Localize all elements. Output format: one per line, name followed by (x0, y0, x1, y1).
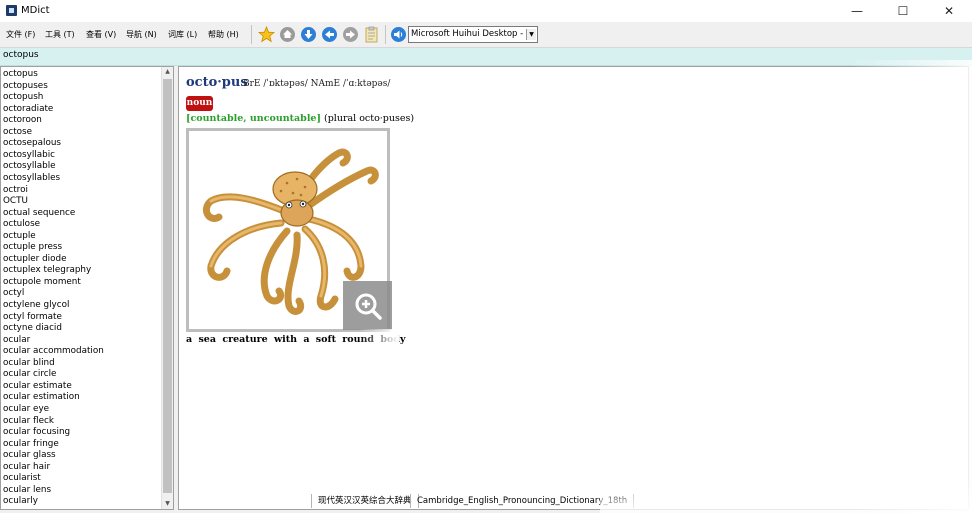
home-icon[interactable] (279, 26, 296, 43)
word-list-item[interactable]: ocular eye (3, 404, 49, 415)
title-bar: MDict — ☐ ✕ (0, 0, 972, 22)
speaker-icon[interactable] (390, 26, 407, 43)
pronunciation: BrE /ˈɒktəpəs/ NAmE /ˈɑːktəpəs/ (243, 79, 391, 89)
menu-help[interactable]: 帮助 (H) (208, 29, 239, 40)
word-list-item[interactable]: octual sequence (3, 208, 75, 219)
word-list-item[interactable]: ocular circle (3, 369, 56, 380)
window-title: MDict (21, 5, 50, 16)
voice-select[interactable]: Microsoft Huihui Desktop - C ▼ (408, 26, 538, 43)
clipboard-icon[interactable] (363, 26, 380, 43)
word-list-item[interactable]: octupole moment (3, 277, 81, 288)
word-list-item[interactable]: octuplex telegraphy (3, 265, 91, 276)
grammar-note: (plural octo·puses) (324, 113, 415, 124)
word-list-item[interactable]: ocularist (3, 473, 41, 484)
word-list-item[interactable]: octyl formate (3, 312, 62, 323)
headword: octo·pus (186, 75, 248, 90)
scroll-up-icon[interactable]: ▲ (162, 67, 173, 77)
word-list-item[interactable]: octopush (3, 92, 43, 103)
word-list-item[interactable]: octuple press (3, 242, 62, 253)
word-list-item[interactable]: octulose (3, 219, 40, 230)
word-list-scrollbar[interactable]: ▲ ▼ (161, 67, 173, 509)
dictionary-tab[interactable]: Cambridge_English_Pronouncing_Dictionary… (410, 494, 635, 508)
word-list-item[interactable]: ocular fringe (3, 439, 59, 450)
word-list-item[interactable]: octyl (3, 288, 24, 299)
scrollbar-thumb[interactable] (163, 79, 172, 493)
word-list-item[interactable]: ocular estimate (3, 381, 72, 392)
word-list-item[interactable]: ocular blind (3, 358, 55, 369)
search-bar (0, 48, 972, 66)
definition-fade (359, 329, 399, 351)
dictionary-tab[interactable]: 现代英汉汉英综合大辞典 (311, 494, 419, 508)
chevron-down-icon[interactable]: ▼ (526, 29, 536, 40)
word-list-item[interactable]: ocular fleck (3, 416, 54, 427)
maximize-button[interactable]: ☐ (880, 0, 926, 22)
toolbar-separator (385, 25, 386, 44)
word-list-item[interactable]: ocular estimation (3, 392, 80, 403)
word-list-item[interactable]: octoradiate (3, 104, 53, 115)
word-list-item[interactable]: octylene glycol (3, 300, 69, 311)
grammar-line: [countable, uncountable] (plural octo·pu… (186, 113, 414, 124)
word-list-item[interactable]: octopus (3, 69, 38, 80)
octopus-illustration[interactable] (186, 128, 392, 332)
word-list-item[interactable]: octosepalous (3, 138, 61, 149)
history-icon[interactable] (342, 26, 359, 43)
word-list-item[interactable]: octose (3, 127, 32, 138)
menu-file[interactable]: 文件 (F) (6, 29, 35, 40)
word-list-item[interactable]: ocular hair (3, 462, 50, 473)
word-list-item[interactable]: octosyllable (3, 161, 56, 172)
word-list-item[interactable]: octosyllabic (3, 150, 55, 161)
entry-content: octo·pus BrE /ˈɒktəpəs/ NAmE /ˈɑːktəpəs/… (178, 66, 969, 510)
voice-select-value: Microsoft Huihui Desktop - C (411, 29, 532, 39)
app-icon (6, 5, 17, 16)
word-list-item[interactable]: OCTU (3, 196, 28, 207)
part-of-speech-badge: noun (186, 96, 213, 111)
word-list-item[interactable]: ocular accommodation (3, 346, 104, 357)
close-button[interactable]: ✕ (926, 0, 972, 22)
word-list-item[interactable]: octroi (3, 185, 28, 196)
forward-icon[interactable] (300, 26, 317, 43)
menu-tools[interactable]: 工具 (T) (45, 29, 75, 40)
word-list: octopus octopuses octopush octoradiate octor… (0, 66, 174, 510)
menu-toolbar-bar: 文件 (F) 工具 (T) 查看 (V) 导航 (N) 词库 (L) 帮助 (H… (0, 22, 972, 48)
minimize-button[interactable]: — (834, 0, 880, 22)
word-list-item[interactable]: ocular focusing (3, 427, 70, 438)
status-bar: 现代英汉汉英综合大辞典 Cambridge_English_Pronouncin… (0, 492, 972, 510)
word-list-item[interactable]: octopuses (3, 81, 48, 92)
search-input[interactable] (3, 50, 303, 60)
zoom-in-icon[interactable] (343, 281, 392, 330)
menu-view[interactable]: 查看 (V) (86, 29, 116, 40)
word-list-item[interactable]: octuple (3, 231, 36, 242)
word-list-item[interactable]: ocular glass (3, 450, 56, 461)
menu-library[interactable]: 词库 (L) (168, 29, 197, 40)
grammar-code: [countable, uncountable] (186, 113, 321, 124)
word-list-item[interactable]: ocular (3, 335, 30, 346)
favorite-star-icon[interactable] (258, 26, 275, 43)
word-list-item[interactable]: octyne diacid (3, 323, 62, 334)
word-list-item[interactable]: octupler diode (3, 254, 67, 265)
word-list-item[interactable]: octoroon (3, 115, 42, 126)
toolbar-separator (251, 25, 252, 44)
back-icon[interactable] (321, 26, 338, 43)
word-list-item[interactable]: octosyllables (3, 173, 60, 184)
menu-navigate[interactable]: 导航 (N) (126, 29, 157, 40)
